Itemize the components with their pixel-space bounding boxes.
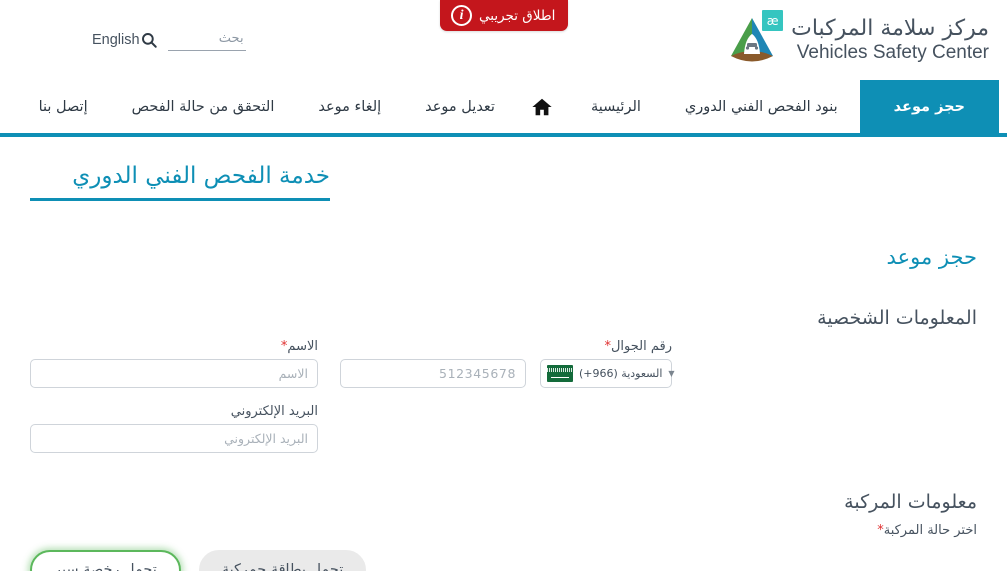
nav-label-book-appointment: حجز موعد (893, 98, 965, 115)
nav-item-inspection-items[interactable]: بنود الفحص الفني الدوري (663, 80, 860, 133)
vehicle-status-options: تحمل رخصة سير تحمل بطاقة جمركية (30, 550, 977, 571)
email-field-group: البريد الإلكتروني (30, 404, 318, 453)
vehicle-status-label-text: اختر حالة المركبة (883, 523, 977, 538)
home-icon (531, 96, 553, 118)
pilot-badge-label: اطلاق تجريبي (479, 7, 556, 24)
vehicle-option-customs-card[interactable]: تحمل بطاقة جمركية (198, 550, 367, 571)
nav-label-homepage: الرئيسية (590, 98, 641, 115)
email-row: البريد الإلكتروني (30, 404, 977, 453)
phone-number-wrap (340, 359, 526, 388)
brand-logo-group[interactable]: مركز سلامة المركبات Vehicles Safety Cent… (723, 0, 989, 80)
language-switch-link[interactable]: English (92, 32, 140, 48)
phone-number-input[interactable] (340, 359, 526, 388)
nav-item-contact-us[interactable]: إتصل بنا (17, 80, 110, 133)
brand-text: مركز سلامة المركبات Vehicles Safety Cent… (791, 16, 989, 64)
nav-label-cancel-appointment: إلغاء موعد (318, 98, 382, 115)
nav-item-edit-appointment[interactable]: تعديل موعد (403, 80, 517, 133)
vehicle-option-driving-license[interactable]: تحمل رخصة سير (30, 550, 181, 571)
name-phone-row: الاسم* رقم الجوال* السعودية (966+) ▼ (30, 339, 977, 388)
chevron-down-icon: ▼ (668, 368, 675, 378)
page-subtitle: حجز موعد (886, 245, 977, 269)
top-bar-left-group: English (0, 0, 246, 80)
vehicles-safety-center-logo-icon: æ (723, 10, 784, 68)
saudi-arabia-flag-icon (547, 365, 573, 382)
email-label: البريد الإلكتروني (230, 404, 318, 419)
name-label-text: الاسم (287, 339, 318, 354)
nav-item-homepage[interactable]: الرئيسية (569, 80, 663, 133)
page-title: خدمة الفحص الفني الدوري (30, 163, 330, 201)
search-input[interactable] (167, 29, 246, 51)
page-title-row: خدمة الفحص الفني الدوري (30, 163, 977, 201)
phone-label: رقم الجوال* (340, 339, 672, 354)
name-label: الاسم* (30, 339, 318, 354)
info-circle-icon: i (451, 5, 472, 26)
name-input[interactable] (30, 359, 318, 388)
email-input[interactable] (30, 424, 318, 453)
phone-field-group: رقم الجوال* السعودية (966+) ▼ (340, 339, 675, 388)
nav-label-inspection-items: بنود الفحص الفني الدوري (684, 98, 838, 115)
search-group (140, 29, 246, 51)
nav-label-check-inspection-status: التحقق من حالة الفحص (131, 98, 275, 115)
top-bar: English اطلاق تجريبي i مركز سلامة المركب… (0, 0, 1007, 80)
brand-name-english: Vehicles Safety Center (796, 41, 989, 63)
vehicle-info-heading: معلومات المركبة (844, 491, 977, 513)
brand-name-arabic: مركز سلامة المركبات (791, 15, 989, 41)
main-navigation: حجز موعد بنود الفحص الفني الدوري الرئيسي… (0, 80, 1007, 137)
phone-input-row: السعودية (966+) ▼ (340, 359, 675, 388)
nav-item-home[interactable] (517, 80, 569, 133)
field-gap (318, 339, 340, 388)
personal-info-heading: المعلومات الشخصية (817, 307, 977, 329)
pilot-launch-badge[interactable]: اطلاق تجريبي i (440, 0, 569, 31)
nav-label-edit-appointment: تعديل موعد (425, 98, 495, 115)
phone-label-text: رقم الجوال (610, 339, 672, 354)
nav-item-cancel-appointment[interactable]: إلغاء موعد (296, 80, 403, 133)
nav-label-contact-us: إتصل بنا (38, 98, 88, 115)
name-field-group: الاسم* (30, 339, 318, 388)
country-code-select[interactable]: السعودية (966+) ▼ (540, 359, 675, 388)
vehicle-status-label: اختر حالة المركبة* (30, 523, 977, 538)
nav-item-book-appointment[interactable]: حجز موعد (859, 80, 999, 133)
main-content: خدمة الفحص الفني الدوري حجز موعد المعلوم… (0, 137, 1007, 571)
country-code-label: السعودية (966+) (579, 367, 663, 380)
logo-ae-badge-icon: æ (762, 10, 784, 31)
search-icon[interactable] (140, 31, 158, 49)
nav-item-check-inspection-status[interactable]: التحقق من حالة الفحص (110, 80, 297, 133)
